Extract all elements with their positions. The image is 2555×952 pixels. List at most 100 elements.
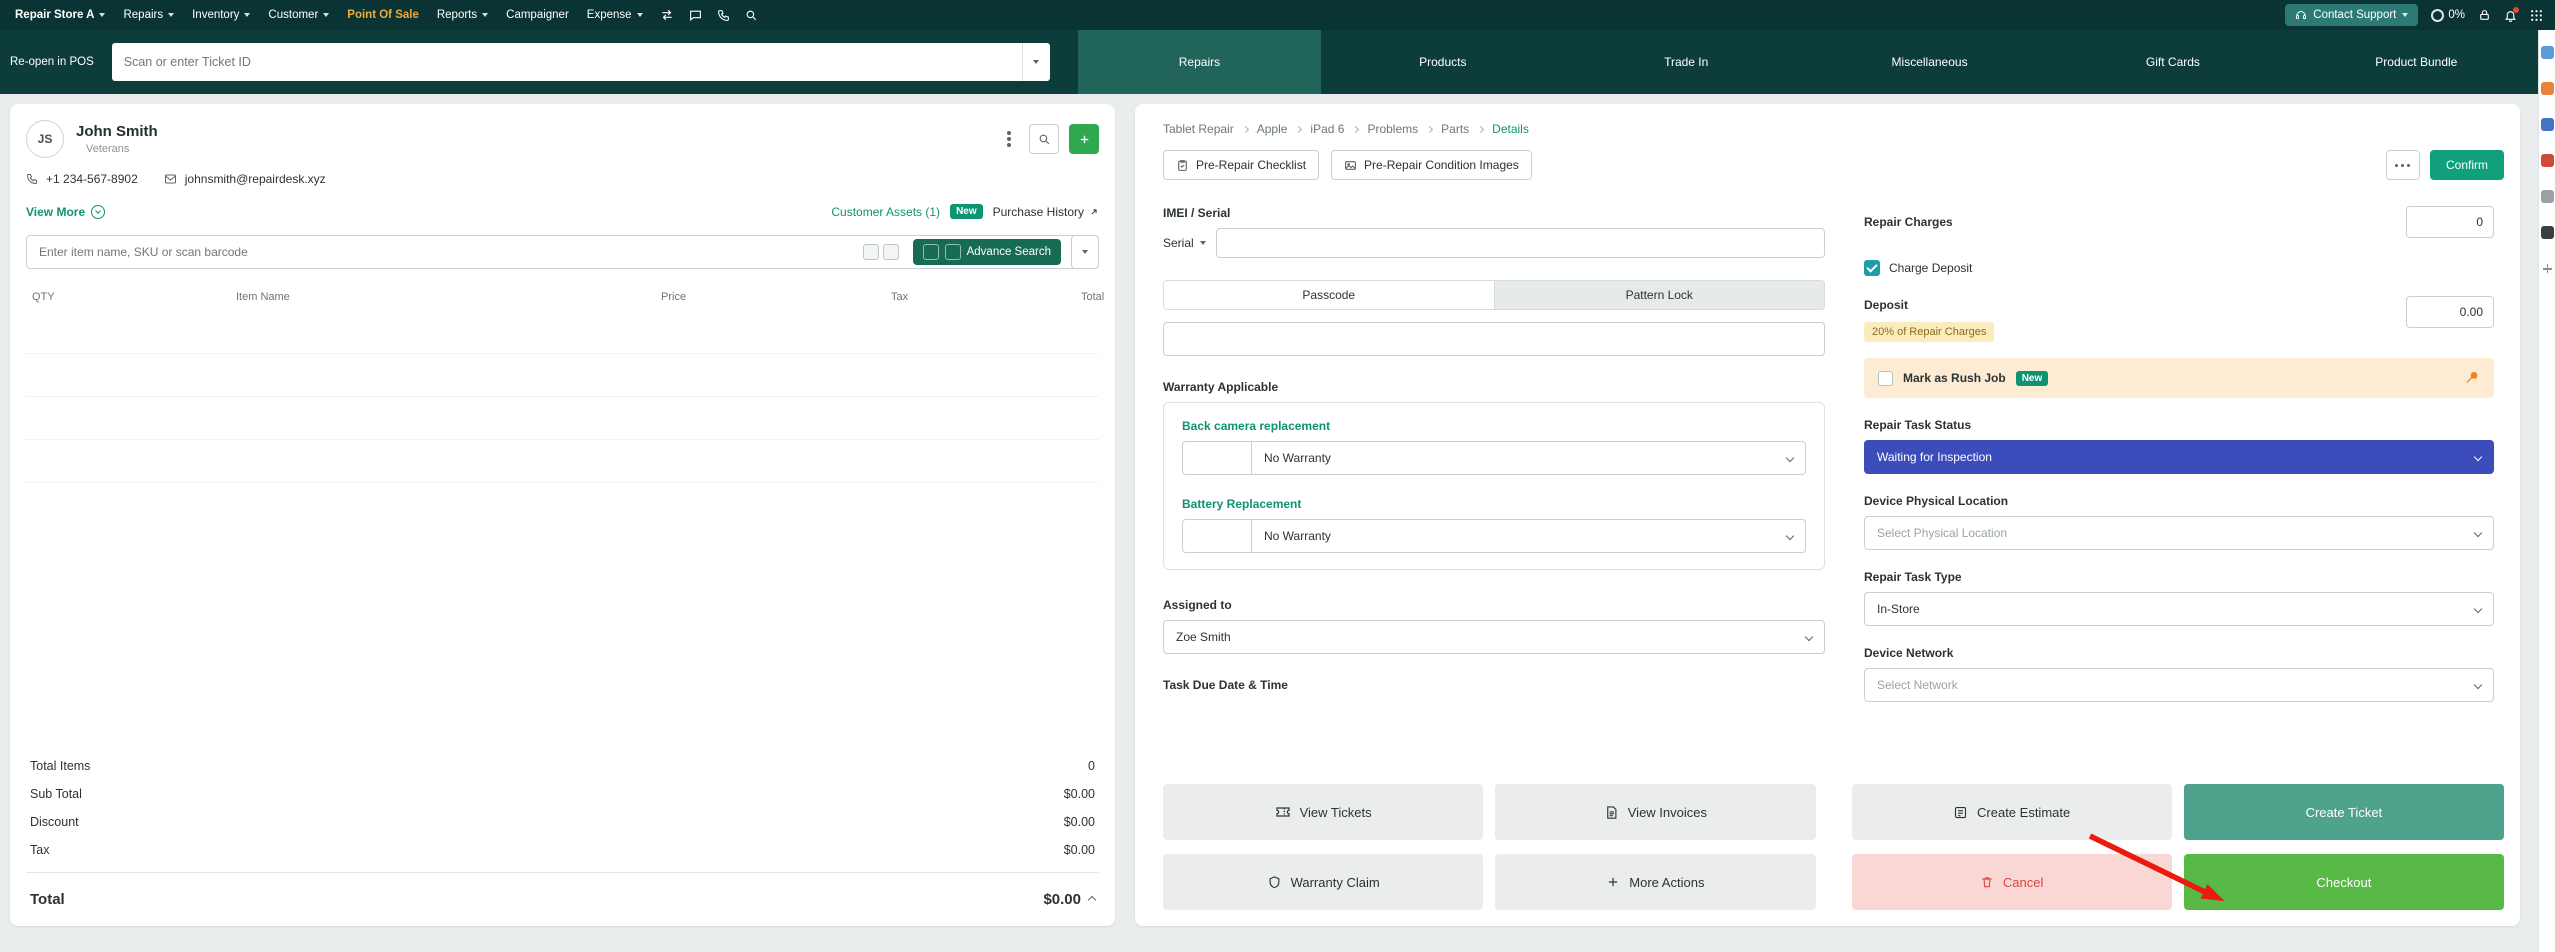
crumb-problems[interactable]: Problems [1367, 122, 1418, 136]
tab-repairs[interactable]: Repairs [1077, 30, 1322, 94]
chevron-down-icon [91, 204, 106, 219]
tab-gift-cards[interactable]: Gift Cards [2051, 30, 2294, 94]
advance-search-button[interactable]: Advance Search [912, 239, 1061, 265]
tab-product-bundle[interactable]: Product Bundle [2295, 30, 2538, 94]
deposit-hint-badge: 20% of Repair Charges [1864, 322, 1995, 342]
phone-icon[interactable] [717, 9, 730, 22]
purchase-history-link[interactable]: Purchase History [993, 205, 1099, 219]
nav-point-of-sale[interactable]: Point Of Sale [338, 0, 428, 30]
device-location-select[interactable]: Select Physical Location [1864, 516, 2494, 550]
charge-deposit-checkbox[interactable] [1864, 260, 1880, 276]
browser-sidebar-icon[interactable] [2540, 118, 2554, 131]
confirm-button[interactable]: Confirm [2429, 150, 2504, 180]
checkout-button[interactable]: Checkout [2183, 854, 2504, 910]
warranty-duration-input[interactable] [1182, 519, 1252, 553]
search-icon[interactable] [745, 9, 758, 22]
item-search-dropdown[interactable] [1071, 235, 1099, 269]
warranty-select[interactable]: No Warranty [1252, 519, 1806, 553]
nav-expense[interactable]: Expense [578, 0, 652, 30]
sub-total-value: $0.00 [1063, 787, 1095, 801]
create-ticket-button[interactable]: Create Ticket [2183, 784, 2504, 840]
pos-tabs: Repairs Products Trade In Miscellaneous … [1077, 30, 2538, 94]
browser-sidebar-icon[interactable] [2540, 226, 2554, 239]
customer-search-button[interactable] [1029, 124, 1059, 154]
browser-sidebar-icon[interactable] [2540, 190, 2554, 203]
reopen-pos-label: Re-open in POS [10, 56, 94, 68]
tax-value: $0.00 [1063, 843, 1095, 857]
nav-campaigner[interactable]: Campaigner [497, 0, 578, 30]
warranty-duration-input[interactable] [1182, 441, 1252, 475]
tab-miscellaneous[interactable]: Miscellaneous [1808, 30, 2051, 94]
crumb-tablet-repair[interactable]: Tablet Repair [1163, 122, 1234, 136]
chevron-down-icon [244, 13, 251, 17]
image-icon [1344, 159, 1357, 172]
warranty-select[interactable]: No Warranty [1252, 441, 1806, 475]
ticket-search-input[interactable] [111, 55, 1022, 69]
cart-empty-row [26, 311, 1099, 354]
chevron-right-icon [1295, 125, 1303, 134]
transfer-icon[interactable] [660, 9, 674, 21]
repair-charges-label: Repair Charges [1864, 215, 1953, 229]
pre-repair-images-button[interactable]: Pre-Repair Condition Images [1331, 150, 1532, 180]
notifications-bell-icon[interactable] [2504, 6, 2519, 22]
repair-charges-input[interactable] [2406, 206, 2494, 238]
browser-sidebar-icon[interactable] [2540, 46, 2554, 59]
browser-sidebar-icon[interactable] [2540, 82, 2554, 95]
serial-type-dropdown[interactable]: Serial [1163, 236, 1206, 250]
customer-assets-link[interactable]: Customer Assets (1) [831, 205, 940, 219]
nav-inventory[interactable]: Inventory [183, 0, 259, 30]
passcode-input[interactable] [1163, 322, 1825, 356]
view-tickets-button[interactable]: View Tickets [1163, 784, 1484, 840]
cart-table-header: QTY Item Name Price Tax Total [26, 285, 1104, 311]
crumb-apple[interactable]: Apple [1257, 122, 1288, 136]
col-tax: Tax [891, 291, 909, 303]
lock-icon[interactable] [2478, 9, 2491, 22]
warranty-item-name: Back camera replacement [1182, 419, 1331, 433]
chevron-down-icon [482, 13, 489, 17]
contact-support-button[interactable]: Contact Support [2285, 4, 2419, 26]
tab-pattern-lock[interactable]: Pattern Lock [1493, 281, 1824, 309]
rush-job-checkbox[interactable] [1878, 370, 1893, 386]
browser-sidebar-icon[interactable] [2540, 154, 2554, 167]
warranty-claim-button[interactable]: Warranty Claim [1163, 854, 1484, 910]
sidebar-add-icon[interactable] [2541, 262, 2554, 275]
view-invoices-button[interactable]: View Invoices [1495, 784, 1816, 840]
chevron-down-icon [168, 13, 175, 17]
pre-repair-checklist-button[interactable]: Pre-Repair Checklist [1163, 150, 1320, 180]
deposit-input[interactable] [2406, 296, 2494, 328]
chevron-down-icon [1804, 632, 1814, 642]
create-estimate-button[interactable]: Create Estimate [1851, 784, 2172, 840]
pushpin-icon[interactable] [2464, 370, 2480, 386]
serial-input[interactable] [1215, 228, 1825, 258]
add-customer-button[interactable] [1069, 124, 1099, 154]
store-selector[interactable]: Repair Store A [6, 0, 114, 30]
nav-repairs[interactable]: Repairs [114, 0, 183, 30]
nav-customer[interactable]: Customer [259, 0, 338, 30]
nav-reports[interactable]: Reports [428, 0, 497, 30]
crumb-ipad6[interactable]: iPad 6 [1310, 122, 1344, 136]
more-options-button[interactable] [2385, 150, 2420, 180]
crumb-parts[interactable]: Parts [1441, 122, 1469, 136]
ticket-search-dropdown[interactable] [1021, 43, 1050, 81]
sync-progress[interactable]: 0% [2431, 8, 2465, 22]
device-location-label: Device Physical Location [1864, 494, 2009, 508]
task-type-select[interactable]: In-Store [1864, 592, 2494, 626]
progress-ring-icon [2431, 8, 2445, 22]
ticket-icon [1275, 804, 1291, 820]
tab-trade-in[interactable]: Trade In [1565, 30, 1808, 94]
chat-icon[interactable] [689, 9, 702, 22]
apps-grid-icon[interactable] [2530, 9, 2543, 22]
cancel-button[interactable]: Cancel [1851, 854, 2172, 910]
assigned-to-select[interactable]: Zoe Smith [1163, 620, 1825, 654]
kebab-menu-icon[interactable] [1007, 137, 1011, 141]
device-network-select[interactable]: Select Network [1864, 668, 2494, 702]
crumb-details[interactable]: Details [1492, 122, 1529, 136]
plus-icon [1606, 875, 1620, 889]
view-more-link[interactable]: View More [26, 204, 106, 219]
more-actions-button[interactable]: More Actions [1495, 854, 1816, 910]
task-status-select[interactable]: Waiting for Inspection [1864, 440, 2494, 474]
tab-passcode[interactable]: Passcode [1164, 281, 1494, 309]
notification-dot [2513, 6, 2519, 13]
chevron-up-icon[interactable] [1087, 895, 1097, 904]
tab-products[interactable]: Products [1321, 30, 1564, 94]
